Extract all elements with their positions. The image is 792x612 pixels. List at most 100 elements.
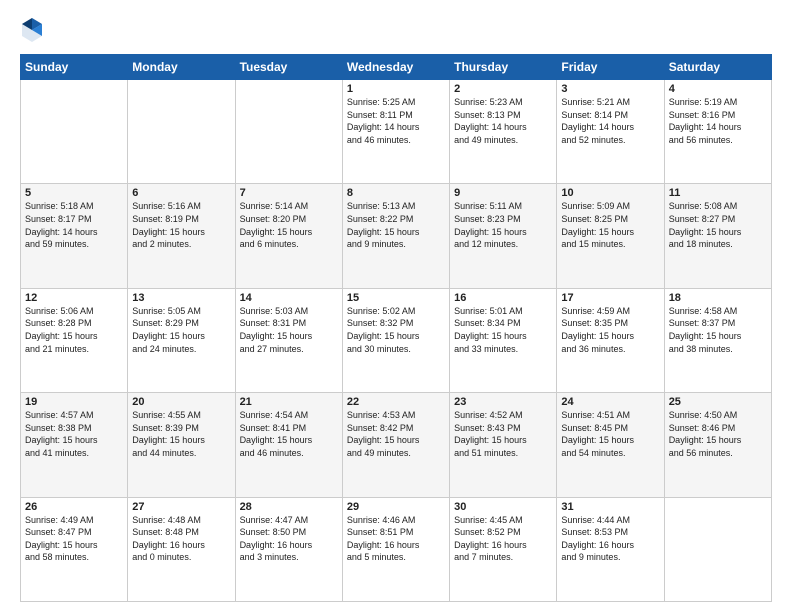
day-number: 13 (132, 292, 230, 304)
weekday-header-monday: Monday (128, 55, 235, 80)
day-info: Sunrise: 5:18 AMSunset: 8:17 PMDaylight:… (25, 200, 123, 250)
empty-cell (235, 80, 342, 184)
day-cell-17: 17Sunrise: 4:59 AMSunset: 8:35 PMDayligh… (557, 288, 664, 392)
day-info: Sunrise: 5:19 AMSunset: 8:16 PMDaylight:… (669, 96, 767, 146)
day-number: 28 (240, 501, 338, 513)
day-cell-19: 19Sunrise: 4:57 AMSunset: 8:38 PMDayligh… (21, 393, 128, 497)
day-number: 12 (25, 292, 123, 304)
day-number: 23 (454, 396, 552, 408)
day-cell-13: 13Sunrise: 5:05 AMSunset: 8:29 PMDayligh… (128, 288, 235, 392)
day-cell-2: 2Sunrise: 5:23 AMSunset: 8:13 PMDaylight… (450, 80, 557, 184)
day-info: Sunrise: 5:14 AMSunset: 8:20 PMDaylight:… (240, 200, 338, 250)
day-number: 9 (454, 187, 552, 199)
day-number: 10 (561, 187, 659, 199)
day-number: 19 (25, 396, 123, 408)
day-number: 6 (132, 187, 230, 199)
day-number: 26 (25, 501, 123, 513)
day-cell-3: 3Sunrise: 5:21 AMSunset: 8:14 PMDaylight… (557, 80, 664, 184)
day-cell-10: 10Sunrise: 5:09 AMSunset: 8:25 PMDayligh… (557, 184, 664, 288)
day-cell-12: 12Sunrise: 5:06 AMSunset: 8:28 PMDayligh… (21, 288, 128, 392)
logo (20, 16, 48, 44)
day-cell-20: 20Sunrise: 4:55 AMSunset: 8:39 PMDayligh… (128, 393, 235, 497)
day-cell-21: 21Sunrise: 4:54 AMSunset: 8:41 PMDayligh… (235, 393, 342, 497)
day-number: 2 (454, 83, 552, 95)
day-cell-14: 14Sunrise: 5:03 AMSunset: 8:31 PMDayligh… (235, 288, 342, 392)
day-info: Sunrise: 4:58 AMSunset: 8:37 PMDaylight:… (669, 305, 767, 355)
day-cell-5: 5Sunrise: 5:18 AMSunset: 8:17 PMDaylight… (21, 184, 128, 288)
day-number: 31 (561, 501, 659, 513)
day-info: Sunrise: 5:06 AMSunset: 8:28 PMDaylight:… (25, 305, 123, 355)
day-number: 21 (240, 396, 338, 408)
day-cell-26: 26Sunrise: 4:49 AMSunset: 8:47 PMDayligh… (21, 497, 128, 601)
day-number: 24 (561, 396, 659, 408)
day-info: Sunrise: 4:44 AMSunset: 8:53 PMDaylight:… (561, 514, 659, 564)
day-cell-11: 11Sunrise: 5:08 AMSunset: 8:27 PMDayligh… (664, 184, 771, 288)
day-number: 25 (669, 396, 767, 408)
day-number: 5 (25, 187, 123, 199)
weekday-header-wednesday: Wednesday (342, 55, 449, 80)
day-cell-9: 9Sunrise: 5:11 AMSunset: 8:23 PMDaylight… (450, 184, 557, 288)
day-cell-7: 7Sunrise: 5:14 AMSunset: 8:20 PMDaylight… (235, 184, 342, 288)
day-number: 1 (347, 83, 445, 95)
weekday-header-thursday: Thursday (450, 55, 557, 80)
day-info: Sunrise: 5:05 AMSunset: 8:29 PMDaylight:… (132, 305, 230, 355)
day-number: 4 (669, 83, 767, 95)
day-info: Sunrise: 4:48 AMSunset: 8:48 PMDaylight:… (132, 514, 230, 564)
day-info: Sunrise: 4:55 AMSunset: 8:39 PMDaylight:… (132, 409, 230, 459)
weekday-header-saturday: Saturday (664, 55, 771, 80)
day-info: Sunrise: 5:11 AMSunset: 8:23 PMDaylight:… (454, 200, 552, 250)
day-cell-8: 8Sunrise: 5:13 AMSunset: 8:22 PMDaylight… (342, 184, 449, 288)
day-info: Sunrise: 5:16 AMSunset: 8:19 PMDaylight:… (132, 200, 230, 250)
day-info: Sunrise: 5:03 AMSunset: 8:31 PMDaylight:… (240, 305, 338, 355)
logo-icon (20, 16, 44, 44)
header (20, 16, 772, 44)
day-number: 30 (454, 501, 552, 513)
day-info: Sunrise: 4:51 AMSunset: 8:45 PMDaylight:… (561, 409, 659, 459)
calendar: SundayMondayTuesdayWednesdayThursdayFrid… (20, 54, 772, 602)
day-info: Sunrise: 5:25 AMSunset: 8:11 PMDaylight:… (347, 96, 445, 146)
day-number: 15 (347, 292, 445, 304)
week-row-2: 5Sunrise: 5:18 AMSunset: 8:17 PMDaylight… (21, 184, 772, 288)
page: SundayMondayTuesdayWednesdayThursdayFrid… (0, 0, 792, 612)
day-cell-15: 15Sunrise: 5:02 AMSunset: 8:32 PMDayligh… (342, 288, 449, 392)
day-info: Sunrise: 4:50 AMSunset: 8:46 PMDaylight:… (669, 409, 767, 459)
day-cell-25: 25Sunrise: 4:50 AMSunset: 8:46 PMDayligh… (664, 393, 771, 497)
day-info: Sunrise: 4:53 AMSunset: 8:42 PMDaylight:… (347, 409, 445, 459)
day-number: 3 (561, 83, 659, 95)
day-cell-30: 30Sunrise: 4:45 AMSunset: 8:52 PMDayligh… (450, 497, 557, 601)
week-row-5: 26Sunrise: 4:49 AMSunset: 8:47 PMDayligh… (21, 497, 772, 601)
day-number: 18 (669, 292, 767, 304)
day-number: 29 (347, 501, 445, 513)
day-number: 8 (347, 187, 445, 199)
day-cell-28: 28Sunrise: 4:47 AMSunset: 8:50 PMDayligh… (235, 497, 342, 601)
day-number: 16 (454, 292, 552, 304)
day-info: Sunrise: 4:52 AMSunset: 8:43 PMDaylight:… (454, 409, 552, 459)
day-cell-18: 18Sunrise: 4:58 AMSunset: 8:37 PMDayligh… (664, 288, 771, 392)
weekday-header-row: SundayMondayTuesdayWednesdayThursdayFrid… (21, 55, 772, 80)
day-info: Sunrise: 5:08 AMSunset: 8:27 PMDaylight:… (669, 200, 767, 250)
day-info: Sunrise: 4:54 AMSunset: 8:41 PMDaylight:… (240, 409, 338, 459)
day-info: Sunrise: 4:46 AMSunset: 8:51 PMDaylight:… (347, 514, 445, 564)
day-number: 27 (132, 501, 230, 513)
day-info: Sunrise: 5:09 AMSunset: 8:25 PMDaylight:… (561, 200, 659, 250)
day-info: Sunrise: 5:23 AMSunset: 8:13 PMDaylight:… (454, 96, 552, 146)
week-row-3: 12Sunrise: 5:06 AMSunset: 8:28 PMDayligh… (21, 288, 772, 392)
day-number: 20 (132, 396, 230, 408)
day-number: 14 (240, 292, 338, 304)
day-info: Sunrise: 4:57 AMSunset: 8:38 PMDaylight:… (25, 409, 123, 459)
day-info: Sunrise: 4:49 AMSunset: 8:47 PMDaylight:… (25, 514, 123, 564)
week-row-4: 19Sunrise: 4:57 AMSunset: 8:38 PMDayligh… (21, 393, 772, 497)
day-cell-31: 31Sunrise: 4:44 AMSunset: 8:53 PMDayligh… (557, 497, 664, 601)
day-number: 17 (561, 292, 659, 304)
weekday-header-friday: Friday (557, 55, 664, 80)
day-cell-23: 23Sunrise: 4:52 AMSunset: 8:43 PMDayligh… (450, 393, 557, 497)
day-number: 11 (669, 187, 767, 199)
day-number: 22 (347, 396, 445, 408)
day-cell-24: 24Sunrise: 4:51 AMSunset: 8:45 PMDayligh… (557, 393, 664, 497)
weekday-header-tuesday: Tuesday (235, 55, 342, 80)
empty-cell (128, 80, 235, 184)
day-info: Sunrise: 5:21 AMSunset: 8:14 PMDaylight:… (561, 96, 659, 146)
empty-cell (21, 80, 128, 184)
day-cell-4: 4Sunrise: 5:19 AMSunset: 8:16 PMDaylight… (664, 80, 771, 184)
day-info: Sunrise: 4:59 AMSunset: 8:35 PMDaylight:… (561, 305, 659, 355)
